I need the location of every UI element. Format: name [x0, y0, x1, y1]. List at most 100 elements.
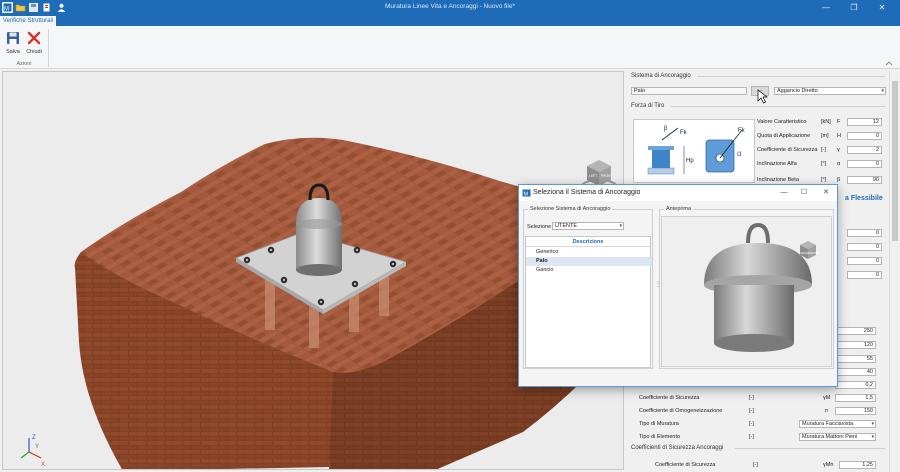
section-divider — [735, 448, 885, 449]
dialog-title-bar: M Seleziona il Sistema di Ancoraggio — ☐… — [519, 185, 837, 201]
close-button[interactable]: Chiudi — [23, 29, 45, 59]
fk-label-right: Fk — [738, 128, 746, 134]
aggancio-dropdown[interactable]: Aggancio Diretto ▾ — [774, 87, 886, 95]
forza-row-unit: [-] — [821, 147, 826, 153]
muratura-row-unit: [-] — [749, 434, 754, 440]
dialog-close-button[interactable]: ✕ — [815, 187, 837, 199]
ribbon-group-label: Azioni — [16, 61, 32, 67]
tipo-muratura-value: Muratura Facciavista — [802, 421, 854, 427]
forza-row-symbol: β — [837, 177, 841, 183]
muratura-value-input[interactable]: 40 — [835, 368, 876, 376]
muratura-value-input[interactable]: 0,2 — [835, 381, 876, 389]
sistema-list[interactable]: Descrizione Generico Palo Gancio — [525, 236, 652, 368]
section-divider — [671, 106, 885, 107]
chevron-down-icon: ▾ — [871, 434, 874, 440]
anteprima-preview[interactable]: RIGHT FRONT — [661, 216, 832, 367]
coef-row-label: Coefficiente di Sicurezza — [655, 462, 716, 468]
minimize-button[interactable]: — — [814, 2, 838, 14]
hidden-value-input[interactable]: 0 — [847, 243, 882, 251]
selezione-dropdown[interactable]: UTENTE ▾ — [552, 222, 624, 230]
selezione-group-title: Selezione Sistema di Ancoraggio — [528, 206, 613, 212]
coefficiente-sicurezza-input[interactable]: 2 — [847, 146, 882, 154]
chevron-down-icon: ▾ — [871, 421, 874, 427]
muratura-row-symbol: γM — [823, 395, 831, 401]
muratura-row-unit: [-] — [749, 408, 754, 414]
list-item-palo[interactable]: Palo — [526, 257, 652, 266]
list-item-generico[interactable]: Generico — [526, 248, 652, 257]
hidden-value-input[interactable]: 0 — [847, 229, 882, 237]
dialog-maximize-button[interactable]: ☐ — [793, 187, 815, 199]
axis-z-label: Z — [32, 435, 36, 441]
forza-row-symbol: F — [837, 119, 841, 125]
svg-text:M: M — [524, 192, 529, 198]
alpha-label: α — [737, 149, 742, 158]
fk-label-left: Fk — [680, 130, 688, 136]
forza-row-symbol: γ — [837, 147, 840, 153]
selezione-group: Selezione Sistema di Ancoraggio Selezion… — [523, 206, 653, 369]
seleziona-sistema-dialog: M Seleziona il Sistema di Ancoraggio — ☐… — [518, 184, 838, 387]
inclinazione-beta-input[interactable]: 90 — [847, 176, 882, 184]
selezione-label: Selezione — [527, 224, 552, 230]
ribbon: Salva Chiudi Azioni — [0, 26, 900, 69]
ribbon-separator — [48, 29, 49, 67]
tipo-elemento-value: Muratura Mattoni Pieni — [802, 434, 858, 440]
muratura-sicurezza-input[interactable]: 1,5 — [835, 394, 876, 402]
forza-row-unit: [°] — [821, 161, 827, 167]
dialog-minimize-button[interactable]: — — [773, 187, 795, 199]
coef-sicurezza-input[interactable]: 1,25 — [839, 461, 876, 469]
dialog-app-icon: M — [522, 189, 531, 197]
valore-caratteristico-input[interactable]: 12 — [847, 118, 882, 126]
axis-y-label: Y — [35, 444, 39, 450]
hp-label: Hp — [686, 158, 694, 164]
mouse-cursor-icon — [757, 89, 769, 104]
close-button-label: Chiudi — [26, 49, 42, 55]
tipo-muratura-dropdown[interactable]: Muratura Facciavista ▾ — [799, 420, 876, 428]
selezione-value: UTENTE — [555, 223, 577, 229]
muratura-row-label: Coefficiente di Sicurezza — [639, 395, 700, 401]
inclinazione-alfa-input[interactable]: 0 — [847, 160, 882, 168]
close-window-button[interactable]: ✕ — [870, 2, 894, 14]
list-item-gancio[interactable]: Gancio — [526, 266, 652, 275]
muratura-row-label: Tipo di Elemento — [639, 434, 681, 440]
coef-section-title: Coefficienti di Sicurezza Ancoraggi — [631, 445, 724, 451]
forza-row-unit: [kN] — [821, 119, 831, 125]
anteprima-group-title: Anteprima — [664, 206, 694, 212]
muratura-value-input[interactable]: 250 — [835, 327, 876, 335]
forza-row-unit: [m] — [821, 133, 829, 139]
ribbon-tabs: Verifiche Strutturali — [0, 16, 900, 26]
title-bar: M Muratura Linee Vita e Ancoraggi - Nuov… — [0, 0, 900, 16]
view-cube-left-label: LEFT — [589, 174, 597, 178]
tab-verifiche-strutturali[interactable]: Verifiche Strutturali — [0, 16, 56, 26]
chevron-down-icon: ▾ — [619, 223, 622, 229]
flessibile-label: a Flessibile — [845, 195, 883, 202]
dialog-title: Seleziona il Sistema di Ancoraggio — [533, 189, 641, 196]
preview-cube-front-label: FRONT — [809, 251, 819, 255]
section-divider — [697, 76, 885, 77]
omogeneizzazione-input[interactable]: 150 — [835, 407, 876, 415]
list-header-descrizione[interactable]: Descrizione — [526, 237, 650, 247]
hidden-value-input[interactable]: 0 — [847, 257, 882, 265]
quota-applicazione-input[interactable]: 0 — [847, 132, 882, 140]
save-button[interactable]: Salva — [2, 29, 24, 59]
scrollbar-thumb[interactable] — [892, 81, 898, 241]
muratura-value-input[interactable]: 55 — [835, 355, 876, 363]
collapse-ribbon-icon[interactable] — [884, 59, 894, 67]
forza-row-unit: [°] — [821, 177, 827, 183]
forza-row-label: Valore Caratteristico — [757, 119, 807, 125]
panel-scrollbar[interactable] — [889, 71, 900, 472]
maximize-button[interactable]: ❐ — [842, 2, 866, 14]
muratura-row-symbol: n — [825, 408, 829, 414]
aggancio-value: Aggancio Diretto — [777, 88, 818, 94]
hidden-value-input[interactable]: 0 — [847, 271, 882, 279]
beta-label: β — [664, 126, 668, 132]
forza-row-label: Inclinazione Beta — [757, 177, 799, 183]
forza-diagram: Fk β Hp Fk α — [633, 119, 755, 183]
muratura-row-label: Coefficiente di Omogeneizzazione — [639, 408, 723, 414]
forza-row-symbol: α — [837, 161, 841, 167]
tipo-elemento-dropdown[interactable]: Muratura Mattoni Pieni ▾ — [799, 433, 876, 441]
sistema-section-title: Sistema di Ancoraggio — [631, 73, 691, 79]
preview-view-cube[interactable]: RIGHT FRONT — [800, 241, 819, 259]
muratura-value-input[interactable]: 120 — [835, 341, 876, 349]
forza-row-label: Coefficiente di Sicurezza — [757, 147, 818, 153]
close-icon — [27, 31, 41, 45]
